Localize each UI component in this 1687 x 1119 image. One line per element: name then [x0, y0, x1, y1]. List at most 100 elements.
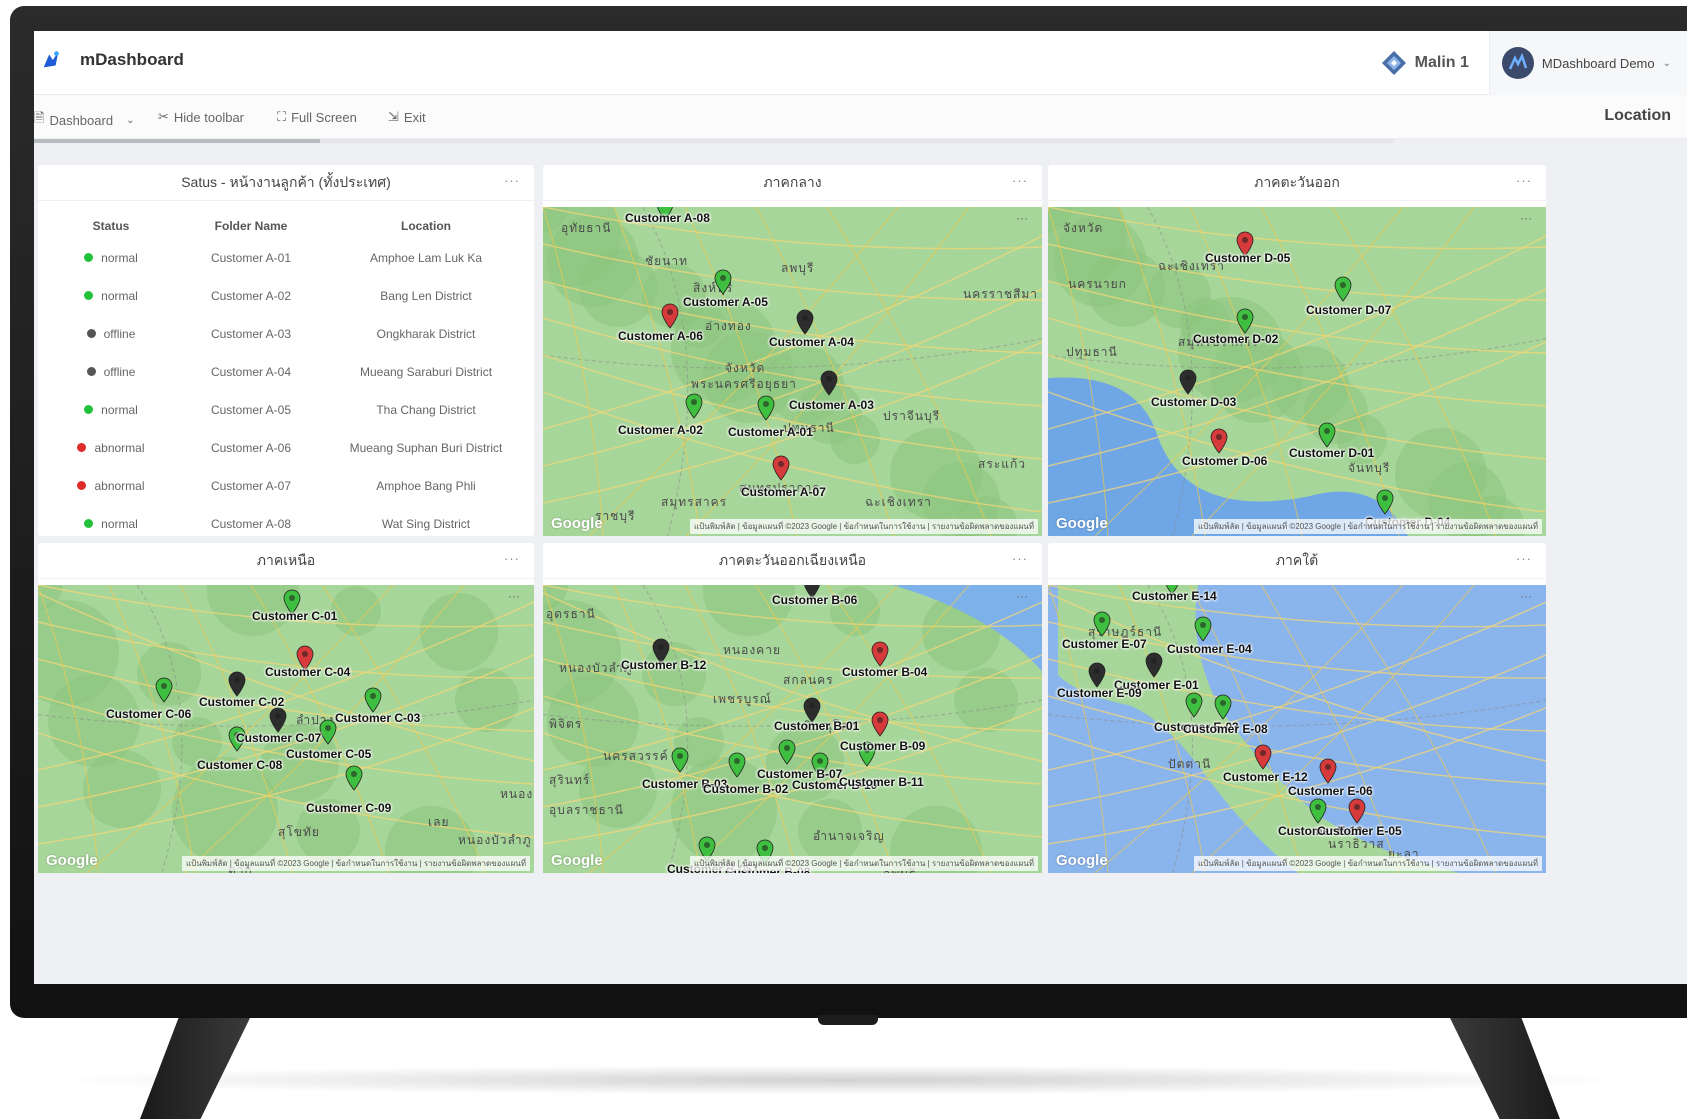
map-place-label: ฉะเชิงเทรา — [865, 495, 932, 509]
hide-toolbar-button[interactable]: ✂ Hide toolbar — [158, 109, 244, 125]
map-marker-icon[interactable] — [1318, 422, 1336, 448]
status-text: abnormal — [94, 478, 145, 493]
map-place-label: อุทัยธานี — [561, 221, 612, 235]
map-marker-label: Customer E-06 — [1288, 784, 1373, 798]
map-marker-icon[interactable] — [1309, 798, 1327, 824]
map-marker-label: Customer B-11 — [839, 775, 924, 789]
status-dot-icon — [86, 367, 96, 377]
map-marker-label: Customer B-06 — [772, 593, 858, 607]
map-marker-icon[interactable] — [269, 707, 287, 733]
panel-menu-icon[interactable]: ··· — [1516, 551, 1532, 566]
map-footer[interactable]: แป้นพิมพ์ลัด | ข้อมูลแผนที่ ©2023 Google… — [689, 519, 1038, 534]
map-marker-icon[interactable] — [757, 395, 775, 421]
google-map[interactable]: ··· อุดรธานี หนองคาย หนองบัวลำภู สกลนคร พิษณุ… — [543, 585, 1042, 873]
map-marker-label: Customer C-01 — [252, 609, 338, 623]
map-marker-icon[interactable] — [1319, 758, 1337, 784]
dashboard-dropdown[interactable]: 🗎 Dashboard ⌄ — [34, 109, 134, 131]
panel-title: ภาคเหนือ — [256, 551, 316, 568]
map-marker-icon[interactable] — [364, 687, 382, 713]
map-marker-icon[interactable] — [728, 752, 746, 778]
map-place-label: สมุทรสาคร — [661, 495, 728, 509]
map-marker-icon[interactable] — [1214, 694, 1232, 720]
map-marker-icon[interactable] — [1088, 662, 1106, 688]
panel-menu-icon[interactable]: ··· — [1012, 173, 1028, 188]
map-marker-icon[interactable] — [671, 747, 689, 773]
chevron-down-icon: ⌄ — [1662, 57, 1671, 69]
table-row[interactable]: normal Customer A-05 Tha Chang District — [46, 391, 526, 429]
map-marker-label: Customer B-01 — [774, 719, 860, 733]
map-marker-icon[interactable] — [778, 739, 796, 765]
map-marker-icon[interactable] — [1254, 744, 1272, 770]
map-marker-icon[interactable] — [661, 303, 679, 329]
map-marker-label: Customer C-02 — [199, 695, 285, 709]
map-marker-icon[interactable] — [155, 677, 173, 703]
map-marker-icon[interactable] — [685, 393, 703, 419]
map-marker-icon[interactable] — [1145, 652, 1163, 678]
map-marker-label: Customer B-12 — [621, 658, 707, 672]
table-row[interactable]: abnormal Customer A-07 Amphoe Bang Phli — [46, 467, 526, 505]
map-marker-label: Customer D-02 — [1193, 332, 1279, 346]
status-text: offline — [103, 364, 136, 379]
location-cell: Mueang Suphan Buri District — [349, 441, 503, 455]
map-menu-icon[interactable]: ··· — [1520, 211, 1532, 225]
google-map[interactable]: ··· สุราษฎร์ธานี ปัตตานี นราธิวาส ยะลา Custom… — [1048, 585, 1546, 873]
column-header[interactable]: Status — [46, 213, 176, 239]
panel-menu-icon[interactable]: ··· — [504, 173, 520, 188]
panel-menu-icon[interactable]: ··· — [1012, 551, 1028, 566]
google-map[interactable]: ···ลำปางหนองคายเลยสุโขทัยหนองบัวลำภูตากC… — [38, 585, 534, 873]
google-map[interactable]: ··· อุทัยธานี ชัยนาท ลพบุรี สิงห์บุรี อ่างทอง… — [543, 207, 1042, 536]
map-marker-icon[interactable] — [820, 370, 838, 396]
column-header[interactable]: Folder Name — [176, 213, 326, 239]
map-marker-icon[interactable] — [1210, 428, 1228, 454]
map-footer[interactable]: แป้นพิมพ์ลัด | ข้อมูลแผนที่ ©2023 Google… — [689, 856, 1038, 871]
map-marker-icon[interactable] — [1185, 692, 1203, 718]
map-menu-icon[interactable]: ··· — [508, 589, 520, 603]
map-marker-icon[interactable] — [1376, 489, 1394, 515]
map-place-label: ลพบุรี — [781, 261, 815, 275]
table-row[interactable]: offline Customer A-03 Ongkharak District — [46, 315, 526, 353]
map-marker-icon[interactable] — [714, 269, 732, 295]
map-marker-icon[interactable] — [1179, 369, 1197, 395]
panel-menu-icon[interactable]: ··· — [504, 551, 520, 566]
table-row[interactable]: offline Customer A-04 Mueang Saraburi Dist… — [46, 353, 526, 391]
map-marker-icon[interactable] — [871, 711, 889, 737]
map-footer[interactable]: แป้นพิมพ์ลัด | ข้อมูลแผนที่ ©2023 Google… — [181, 856, 530, 871]
table-row[interactable]: normal Customer A-08 Wat Sing District — [46, 505, 526, 543]
company-switcher[interactable]: Malin 1 — [1361, 31, 1489, 95]
map-marker-icon[interactable] — [796, 309, 814, 335]
map-marker-icon[interactable] — [1194, 616, 1212, 642]
brand[interactable]: mDashboard — [40, 49, 184, 71]
map-marker-icon[interactable] — [1236, 308, 1254, 334]
map-marker-label: Customer C-07 — [236, 731, 322, 745]
account-menu[interactable]: MDashboard Demo ⌄ — [1488, 31, 1687, 95]
map-place-label: อำนาจเจริญ — [813, 829, 885, 843]
map-marker-icon[interactable] — [1348, 798, 1366, 824]
map-menu-icon[interactable]: ··· — [1016, 589, 1028, 603]
map-marker-icon[interactable] — [1334, 276, 1352, 302]
map-menu-icon[interactable]: ··· — [1016, 211, 1028, 225]
google-logo: Google — [1056, 852, 1108, 869]
panel-menu-icon[interactable]: ··· — [1516, 173, 1532, 188]
map-place-label: หนองบัวลำภู — [458, 833, 532, 847]
map-marker-icon[interactable] — [772, 455, 790, 481]
status-cell: offline — [46, 353, 176, 391]
map-marker-icon[interactable] — [871, 641, 889, 667]
map-menu-icon[interactable]: ··· — [1520, 589, 1532, 603]
location-cell: Wat Sing District — [381, 517, 471, 531]
map-marker-icon[interactable] — [1093, 611, 1111, 637]
exit-button[interactable]: ⇲ Exit — [388, 109, 426, 125]
status-cell: normal — [46, 239, 176, 277]
table-row[interactable]: normal Customer A-01 Amphoe Lam Luk Ka — [46, 239, 526, 277]
map-footer[interactable]: แป้นพิมพ์ลัด | ข้อมูลแผนที่ ©2023 Google… — [1193, 519, 1542, 534]
map-marker-icon[interactable] — [228, 671, 246, 697]
map-marker-icon[interactable] — [345, 765, 363, 791]
google-map[interactable]: ··· จังหวัด ฉะเชิงเทรา นครนายก ปทุมธานี สมุทร… — [1048, 207, 1546, 536]
map-footer[interactable]: แป้นพิมพ์ลัด | ข้อมูลแผนที่ ©2023 Google… — [1193, 856, 1542, 871]
map-marker-label: Customer B-02 — [703, 782, 789, 796]
table-row[interactable]: normal Customer A-02 Bang Len District — [46, 277, 526, 315]
full-screen-button[interactable]: ⛶ Full Screen — [277, 109, 357, 125]
status-dot-icon — [84, 519, 94, 529]
avatar-logo-icon — [1508, 53, 1528, 70]
table-row[interactable]: abnormal Customer A-06 Mueang Suphan Buri … — [46, 429, 526, 467]
column-header[interactable]: Location — [326, 213, 526, 239]
